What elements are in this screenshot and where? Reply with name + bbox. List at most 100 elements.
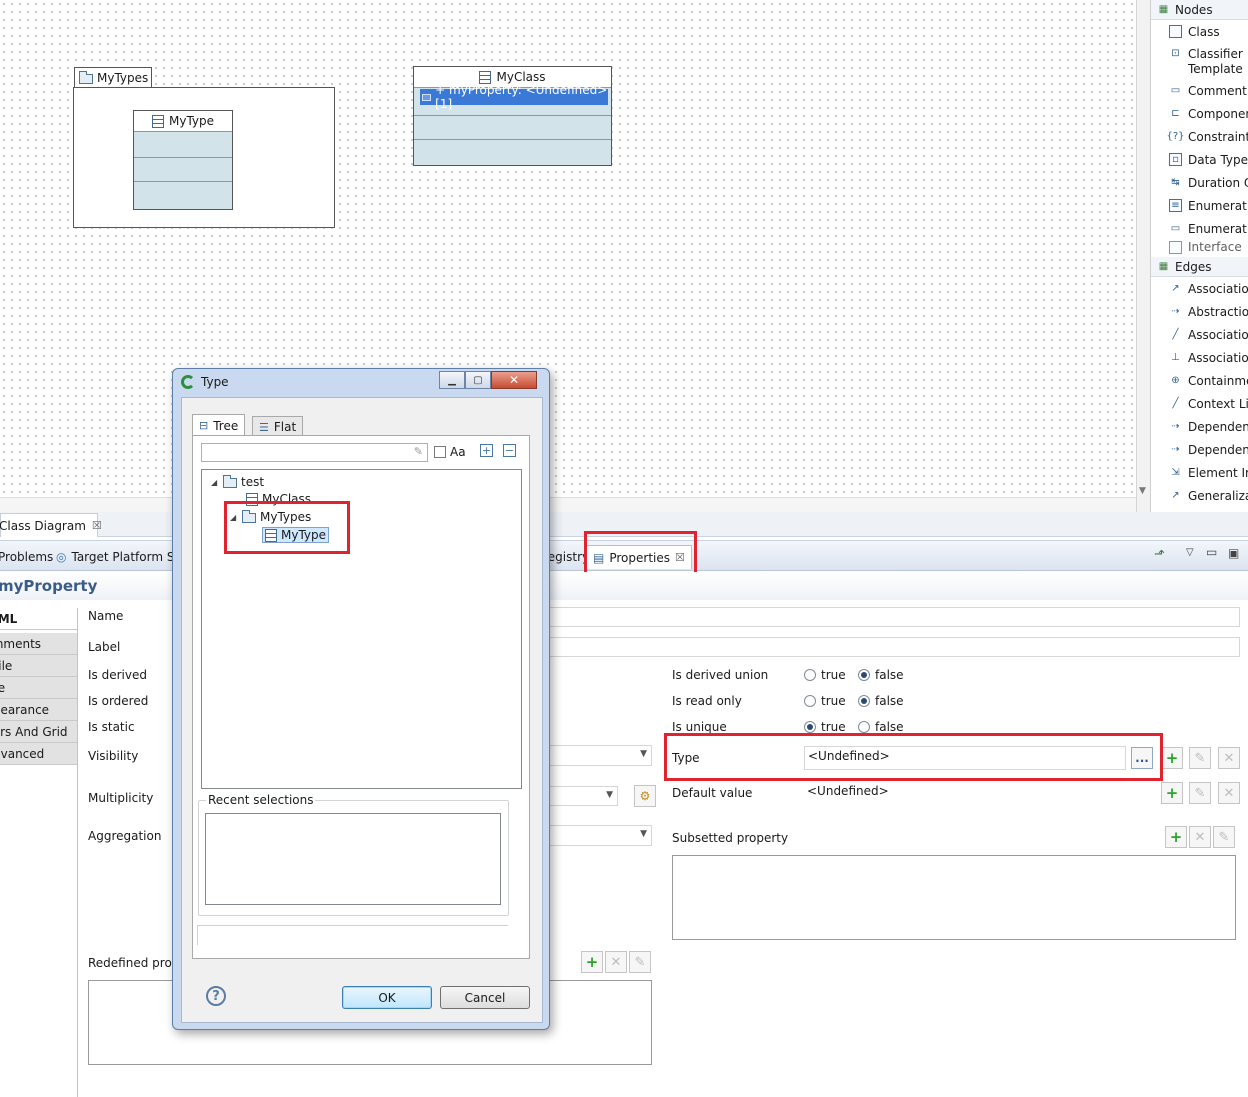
visibility-combo[interactable]: ▼ — [548, 745, 652, 766]
palette-label: Duration Observation — [1188, 175, 1248, 190]
edit-multiplicity-button[interactable]: ⚙ — [634, 785, 656, 807]
palette-item-class[interactable]: Class — [1151, 20, 1248, 43]
tree-node-test[interactable]: ◢ test — [211, 475, 264, 489]
palette-drawer-edges[interactable]: ▦ Edges — [1151, 257, 1248, 277]
palette-item-dependency-2[interactable]: ⇢ Dependency — [1151, 438, 1248, 461]
side-tab-comments[interactable]: Comments — [0, 633, 77, 655]
palette-item-interface[interactable]: Interface — [1151, 240, 1248, 254]
palette-item-association-class[interactable]: ⊥ Association — [1151, 346, 1248, 369]
palette-drawer-nodes[interactable]: ▦ Nodes — [1151, 0, 1248, 20]
label-field[interactable] — [548, 637, 1240, 657]
side-tab-profile[interactable]: Profile — [0, 655, 77, 677]
palette-item-comment[interactable]: ▭ Comment — [1151, 79, 1248, 102]
cancel-button[interactable]: Cancel — [440, 986, 530, 1009]
remove-subsetted-button[interactable]: ✕ — [1189, 826, 1211, 848]
palette-item-classifier-template-parameter[interactable]: ⊡ Classifier Template Parameter — [1151, 43, 1248, 79]
palette-item-dependency[interactable]: ⇢ Dependency — [1151, 415, 1248, 438]
diagram-canvas[interactable]: MyTypes MyType MyClass + myProperty: <Un… — [0, 0, 1136, 512]
side-tab-advanced[interactable]: Advanced — [0, 743, 77, 765]
is-unique-true[interactable]: true — [804, 720, 846, 734]
aggregation-combo[interactable]: ▼ — [548, 825, 652, 846]
add-type-button[interactable]: + — [1161, 747, 1183, 769]
palette-item-data-type[interactable]: ▫ Data Type — [1151, 148, 1248, 171]
add-default-button[interactable]: + — [1161, 782, 1183, 804]
edit-subsetted-button[interactable]: ✎ — [1213, 826, 1235, 848]
edit-redefined-button[interactable]: ✎ — [629, 951, 651, 973]
palette-item-enumeration-literal[interactable]: ▭ Enumeration Literal — [1151, 217, 1248, 240]
tab-target-platform[interactable]: ◎ Target Platform St — [56, 545, 179, 569]
class-mytype[interactable]: MyType — [133, 110, 233, 210]
is-read-only-true[interactable]: true — [804, 694, 846, 708]
property-row-myproperty[interactable]: + myProperty: <Undefined> [1] — [420, 83, 608, 111]
button-label: OK — [378, 990, 396, 1005]
palette-item-component[interactable]: ⊏ Component — [1151, 102, 1248, 125]
horizontal-scrollbar[interactable] — [0, 497, 1136, 512]
side-tab-uml[interactable]: UML — [0, 608, 77, 630]
palette-item-context-link[interactable]: ╱ Context Link — [1151, 392, 1248, 415]
edit-type-button[interactable]: ✎ — [1189, 747, 1211, 769]
remove-type-button[interactable]: ✕ — [1218, 747, 1240, 769]
is-read-only-label: Is read only — [672, 694, 742, 708]
collapse-arrow-icon[interactable]: ◢ — [211, 478, 219, 487]
class-myclass[interactable]: MyClass + myProperty: <Undefined> [1] — [413, 66, 612, 166]
dependency-tool-icon: ⇢ — [1171, 421, 1180, 432]
minimize-icon[interactable]: ▭ — [1206, 545, 1217, 559]
palette-item-containment[interactable]: ⊕ Containment — [1151, 369, 1248, 392]
add-redefined-button[interactable]: + — [581, 951, 603, 973]
subsetted-property-list[interactable] — [672, 855, 1236, 940]
dialog-maximize-button[interactable]: ▢ — [465, 371, 491, 389]
default-value-label: Default value — [672, 786, 753, 800]
view-menu-icon[interactable]: ▽ — [1186, 547, 1194, 558]
palette-item-constraint[interactable]: {?} Constraint — [1151, 125, 1248, 148]
is-derived-union-false[interactable]: false — [858, 668, 904, 682]
tab-tree[interactable]: ⊟ Tree — [192, 414, 246, 436]
package-mytypes-tab[interactable]: MyTypes — [74, 67, 152, 87]
pin-icon[interactable]: ⬏ — [1154, 547, 1165, 562]
class-mytype-name: MyType — [168, 114, 215, 128]
tab-class-diagram[interactable]: Class Diagram ☒ — [0, 513, 102, 537]
dialog-close-button[interactable]: ✕ — [491, 371, 537, 389]
side-tab-rulers-and-grid[interactable]: Rulers And Grid — [0, 721, 77, 743]
tab-flat[interactable]: ☰ Flat — [252, 416, 304, 437]
edit-default-button[interactable]: ✎ — [1189, 782, 1211, 804]
expand-all-icon[interactable]: + — [480, 444, 493, 457]
help-icon[interactable]: ? — [206, 986, 226, 1006]
tab-problems[interactable]: Problems — [0, 545, 53, 569]
side-tab-appearance[interactable]: Appearance — [0, 699, 77, 721]
vertical-scrollbar[interactable]: ▼ — [1136, 0, 1150, 512]
is-read-only-false[interactable]: false — [858, 694, 904, 708]
dialog-minimize-button[interactable]: ▁ — [439, 371, 465, 389]
close-icon[interactable]: ☒ — [92, 519, 102, 532]
page-title-text: myProperty — [0, 577, 98, 595]
case-sensitive-checkbox[interactable]: Aa — [434, 445, 466, 459]
palette-item-association-2[interactable]: ╱ Association — [1151, 323, 1248, 346]
subsetted-property-label: Subsetted property — [672, 831, 789, 845]
palette-item-duration-observation[interactable]: ↹ Duration Observation — [1151, 171, 1248, 194]
is-derived-union-true[interactable]: true — [804, 668, 846, 682]
collapse-all-icon[interactable]: − — [503, 444, 516, 457]
side-tab-label: Profile — [0, 658, 13, 673]
target-platform-icon: ◎ — [56, 550, 67, 564]
palette-item-association[interactable]: ↗ Association — [1151, 277, 1248, 300]
add-subsetted-button[interactable]: + — [1165, 826, 1187, 848]
multiplicity-combo[interactable]: ▼ — [548, 786, 618, 806]
recent-selections-list[interactable] — [205, 813, 501, 905]
visibility-label: Visibility — [88, 749, 139, 763]
comment-tool-icon: ▭ — [1170, 85, 1181, 96]
clear-filter-icon[interactable]: ✎ — [414, 445, 423, 458]
remove-default-button[interactable]: ✕ — [1218, 782, 1240, 804]
side-tab-style[interactable]: Style — [0, 677, 77, 699]
remove-redefined-button[interactable]: ✕ — [605, 951, 627, 973]
scroll-down-icon[interactable]: ▼ — [1139, 486, 1146, 496]
is-unique-false[interactable]: false — [858, 720, 904, 734]
palette-item-generalization[interactable]: ↗ Generalization — [1151, 484, 1248, 507]
palette-item-element-import[interactable]: ⇲ Element Import — [1151, 461, 1248, 484]
filter-input[interactable]: ✎ — [201, 443, 428, 462]
default-value-field[interactable]: <Undefined> — [804, 782, 1126, 802]
palette-item-enumeration[interactable]: ≡ Enumeration — [1151, 194, 1248, 217]
name-field[interactable] — [548, 607, 1240, 627]
palette-item-abstraction[interactable]: ⇢ Abstraction — [1151, 300, 1248, 323]
ok-button[interactable]: OK — [342, 986, 432, 1009]
maximize-icon[interactable]: ▣ — [1228, 546, 1239, 560]
radio-label: true — [821, 694, 846, 708]
